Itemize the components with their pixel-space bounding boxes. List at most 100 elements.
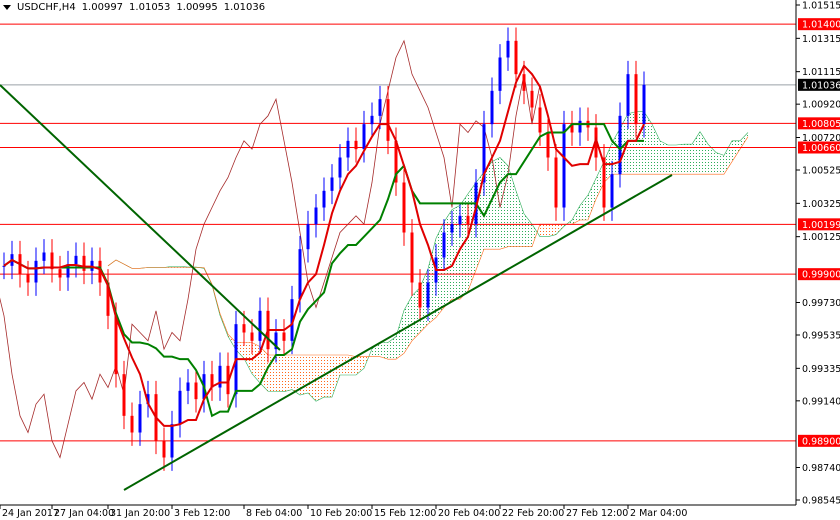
candle-body [410, 232, 414, 283]
candle-body [626, 74, 630, 116]
x-tick-label: 27 Feb 12:00 [566, 508, 628, 519]
cloud-segment [244, 342, 252, 374]
candle-body [458, 215, 462, 225]
cloud-segment [324, 355, 332, 398]
candle-body [130, 415, 134, 433]
candle-body [26, 274, 30, 283]
cloud-segment [356, 356, 364, 375]
candle-body [122, 374, 126, 416]
chart-header: USDCHF,H4 1.00997 1.01053 1.00995 1.0103… [3, 2, 265, 13]
candle-body [578, 120, 582, 133]
y-tick-label: 0.98545 [802, 496, 840, 507]
level-price-label: 0.98900 [802, 436, 840, 447]
cloud-segment [396, 310, 404, 360]
candle-body [554, 157, 558, 208]
x-tick-label: 22 Feb 20:00 [502, 508, 564, 519]
y-tick-label: 0.99535 [802, 331, 840, 342]
cloud-segment [580, 195, 588, 220]
candle-body [298, 249, 302, 300]
candle-body [186, 382, 190, 391]
x-tick-label: 20 Feb 04:00 [438, 508, 500, 519]
candle-body [498, 57, 502, 91]
x-tick-label: 8 Feb 04:00 [246, 508, 302, 519]
candle-body [514, 40, 518, 75]
cloud-segment [716, 152, 724, 175]
candle-body [194, 382, 198, 400]
cloud-segment [684, 144, 692, 175]
x-tick-label: 10 Feb 20:00 [310, 508, 372, 519]
candle-body [250, 332, 254, 341]
trendline-descending [0, 84, 281, 351]
candle-body [178, 390, 182, 425]
y-tick-label: 0.99140 [802, 396, 840, 407]
candle-body [170, 424, 174, 458]
y-tick-label: 1.00525 [802, 166, 840, 177]
candle-body [242, 324, 246, 333]
candle-body [546, 132, 550, 158]
cloud-segment [652, 124, 660, 175]
candle-body [634, 74, 638, 125]
y-tick-label: 0.98740 [802, 463, 840, 474]
candle-body [338, 157, 342, 178]
candle-body [378, 99, 382, 116]
level-price-label: 1.01400 [802, 20, 840, 31]
candle-body [34, 260, 38, 283]
candle-body [58, 269, 62, 278]
candle-body [522, 74, 526, 91]
symbol-label: USDCHF,H4 [17, 2, 76, 13]
y-tick-label: 0.99730 [802, 298, 840, 309]
x-tick-label: 3 Feb 12:00 [174, 508, 230, 519]
candle-body [330, 177, 334, 191]
candle-body [530, 90, 534, 108]
candle-body [642, 84, 646, 125]
candle-body [610, 174, 614, 208]
x-tick-label: 31 Jan 20:00 [110, 508, 170, 519]
candle-body [442, 232, 446, 258]
cloud-segment [332, 355, 340, 398]
x-tick-label: 15 Feb 12:00 [374, 508, 436, 519]
cloud-segment [380, 342, 388, 360]
candle-body [506, 40, 510, 58]
y-tick-label: 1.01315 [802, 34, 840, 45]
cloud-segment [284, 355, 292, 392]
current-price-label: 1.01036 [802, 80, 840, 91]
cloud-segment [572, 205, 580, 225]
cloud-segment [588, 178, 596, 220]
y-tick-label: 0.99335 [802, 364, 840, 375]
cloud-segment [388, 336, 396, 360]
candle-body [314, 207, 318, 225]
candle-body [402, 182, 406, 233]
x-tick-label: 27 Jan 04:00 [54, 508, 114, 519]
candle-body [426, 282, 430, 308]
candle-body [370, 115, 374, 125]
cloud-segment [516, 190, 524, 247]
level-price-label: 1.00805 [802, 119, 840, 130]
y-tick-label: 1.00920 [802, 100, 840, 111]
trendline-ascending [123, 174, 673, 491]
cloud-segment [740, 132, 748, 150]
y-tick-label: 1.01115 [802, 67, 840, 78]
cloud-segment [676, 144, 684, 175]
level-price-label: 1.00199 [802, 220, 840, 231]
level-price-label: 1.00660 [802, 143, 840, 154]
candle-body [42, 252, 46, 261]
candle-body [362, 124, 366, 150]
candle-body [490, 90, 494, 125]
level-price-label: 0.99900 [802, 270, 840, 281]
candle-body [218, 365, 222, 388]
dropdown-triangle-icon[interactable] [3, 5, 11, 10]
candle-body [418, 282, 422, 308]
candle-body [74, 255, 78, 265]
x-tick-label: 2 Mar 04:00 [630, 508, 687, 519]
candle-body [538, 107, 542, 133]
cloud-segment [492, 157, 500, 250]
cloud-segment [276, 355, 284, 392]
candle-body [450, 224, 454, 233]
cloud-segment [660, 140, 668, 175]
open-value: 1.00997 [81, 2, 124, 13]
close-value: 1.01036 [223, 2, 266, 13]
price-chart[interactable]: 1.015151.013151.011151.009201.007201.005… [0, 0, 840, 520]
candle-body [114, 315, 118, 375]
candle-body [618, 115, 622, 175]
candle-body [258, 310, 262, 341]
